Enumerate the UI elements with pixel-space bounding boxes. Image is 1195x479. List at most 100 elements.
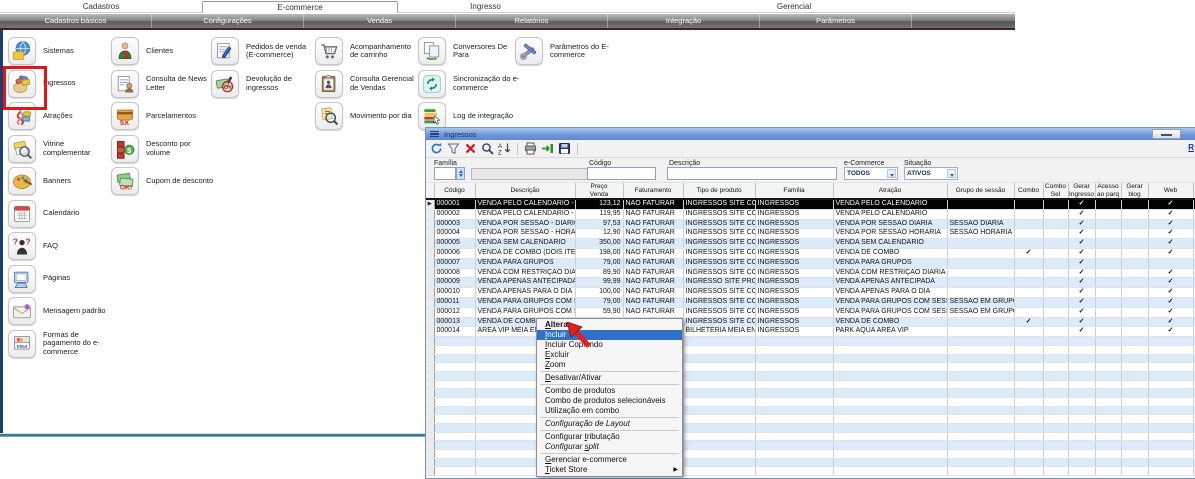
grid-cell[interactable] [1148, 345, 1193, 354]
grid-cell[interactable] [426, 397, 434, 406]
launcher-item-devolucao-de-ingressos[interactable]: OK Devolução de ingressos [211, 68, 315, 100]
grid-cell[interactable]: VENDA POR SESSÃO - HORÁRIO [475, 229, 575, 239]
grid-cell[interactable] [683, 397, 755, 406]
grid-cell[interactable]: ✓ [1068, 327, 1095, 337]
grid-cell[interactable] [947, 209, 1014, 219]
grid-cell[interactable] [1121, 317, 1148, 327]
grid-cell[interactable] [426, 307, 434, 317]
page-monitor-icon[interactable] [8, 265, 36, 293]
grid-cell[interactable]: 123,12 [575, 199, 623, 209]
grid-cell[interactable] [1095, 432, 1121, 441]
grid-cell[interactable]: ✓ [1068, 248, 1095, 258]
grid-cell[interactable] [1121, 219, 1148, 229]
grid-cell[interactable] [1095, 229, 1121, 239]
grid-cell[interactable]: INGRESSOS [755, 327, 833, 337]
grid-cell[interactable]: INGRESSOS [755, 258, 833, 268]
installments-5x-icon[interactable]: 5X [111, 102, 139, 130]
grid-cell[interactable] [947, 248, 1014, 258]
grid-cell[interactable] [1068, 337, 1095, 346]
grid-cell[interactable] [1014, 363, 1043, 372]
grid-cell[interactable]: INGRESSOS SITE COM [683, 268, 755, 278]
volume-discount-icon[interactable]: $ [111, 135, 139, 163]
grid-cell[interactable]: INGRESSOS SITE COM [683, 297, 755, 307]
grid-cell[interactable] [755, 458, 833, 467]
launcher-item-pedidos-de-venda-e-commerce[interactable]: Pedidos de venda (E-commerce) [211, 35, 315, 67]
grid-cell[interactable] [947, 450, 1014, 459]
grid-cell[interactable] [1121, 441, 1148, 450]
grid-cell[interactable] [434, 424, 475, 433]
launcher-item-acompanhamento-de-carrinho[interactable]: Acompanhamento de carrinho [315, 35, 419, 67]
grid-cell[interactable]: ✓ [1148, 297, 1193, 307]
launcher-item-banners[interactable]: Banners [8, 165, 112, 197]
tab-ingresso[interactable]: Ingresso [398, 1, 573, 13]
grid-cell[interactable] [1043, 458, 1068, 467]
grid-cell[interactable] [1095, 268, 1121, 278]
grid-cell[interactable] [683, 415, 755, 424]
grid-cell[interactable] [1043, 415, 1068, 424]
grid-cell[interactable] [1121, 209, 1148, 219]
grid-cell[interactable]: VENDA POR SESSÃO DIÁRIA [833, 219, 947, 229]
grid-cell[interactable] [1095, 380, 1121, 389]
grid-cell[interactable] [426, 415, 434, 424]
grid-cell[interactable] [1095, 458, 1121, 467]
grid-cell[interactable] [755, 363, 833, 372]
grid-cell[interactable] [1121, 199, 1148, 209]
descricao-input[interactable] [667, 167, 837, 180]
grid-cell[interactable] [426, 258, 434, 268]
grid-cell[interactable] [1148, 415, 1193, 424]
grid-cell[interactable]: VENDA PELO CALENDARIO [833, 209, 947, 219]
grid-cell[interactable] [683, 406, 755, 415]
grid-cell[interactable] [434, 371, 475, 380]
column-header-acesso-ao-parq[interactable]: Acesso ao parq [1095, 183, 1121, 199]
grid-cell[interactable]: VENDA POR SESSÃO HORÁRIA [833, 229, 947, 239]
grid-cell[interactable]: INGRESSOS [755, 199, 833, 209]
situacao-select[interactable]: ATIVOS [904, 167, 958, 180]
context-menu-item-desativar-ativar[interactable]: Desativar/Ativar [537, 373, 682, 383]
grid-cell[interactable] [434, 380, 475, 389]
grid-cell[interactable] [947, 371, 1014, 380]
grid-cell[interactable] [1121, 307, 1148, 317]
grid-cell[interactable]: INGRESSOS [755, 268, 833, 278]
grid-cell[interactable] [1068, 371, 1095, 380]
grid-cell[interactable] [426, 458, 434, 467]
grid-cell[interactable] [683, 441, 755, 450]
context-menu-item-combo-de-produtos-selecionaveis[interactable]: Combo de produtos selecionáveis [537, 396, 682, 406]
grid-cell[interactable] [683, 432, 755, 441]
launcher-item-conversores-de-para[interactable]: Conversores De Para [418, 35, 522, 67]
grid-cell[interactable]: ✓ [1148, 248, 1193, 258]
grid-cell[interactable] [426, 450, 434, 459]
grid-cell[interactable]: INGRESSOS SITE COM [683, 209, 755, 219]
grid-cell[interactable] [1014, 229, 1043, 239]
grid-cell[interactable] [434, 354, 475, 363]
grid-cell[interactable] [1148, 337, 1193, 346]
grid-cell[interactable] [1014, 397, 1043, 406]
grid-cell[interactable] [1121, 406, 1148, 415]
grid-cell[interactable] [947, 345, 1014, 354]
grid-cell[interactable] [434, 363, 475, 372]
grid-cell[interactable] [1095, 288, 1121, 298]
launcher-item-desconto-por-volume[interactable]: $ Desconto por volume [111, 133, 215, 165]
grid-cell[interactable] [1095, 209, 1121, 219]
newsletter-icon[interactable] [111, 70, 139, 98]
grid-cell[interactable] [1068, 406, 1095, 415]
grid-cell[interactable] [1043, 397, 1068, 406]
grid-cell[interactable] [833, 363, 947, 372]
grid-cell[interactable] [426, 380, 434, 389]
grid-cell[interactable] [426, 268, 434, 278]
grid-cell[interactable]: ✓ [1068, 219, 1095, 229]
grid-cell[interactable] [1014, 239, 1043, 249]
grid-cell[interactable] [947, 327, 1014, 337]
launcher-item-sincronizacao-do-e-commerce[interactable]: Sincronização do e-commerce [418, 68, 522, 100]
grid-cell[interactable] [1121, 248, 1148, 258]
sync-icon[interactable] [418, 70, 446, 98]
grid-cell[interactable] [947, 389, 1014, 398]
grid-cell[interactable] [426, 337, 434, 346]
grid-cell[interactable] [1095, 371, 1121, 380]
familia-spinner[interactable] [456, 167, 465, 180]
grid-cell[interactable] [1068, 354, 1095, 363]
grid-cell[interactable]: ✓ [1068, 268, 1095, 278]
grid-cell[interactable] [1148, 458, 1193, 467]
envelope-icon[interactable] [8, 297, 36, 325]
grid-cell[interactable] [1068, 397, 1095, 406]
grid-cell[interactable] [1014, 389, 1043, 398]
